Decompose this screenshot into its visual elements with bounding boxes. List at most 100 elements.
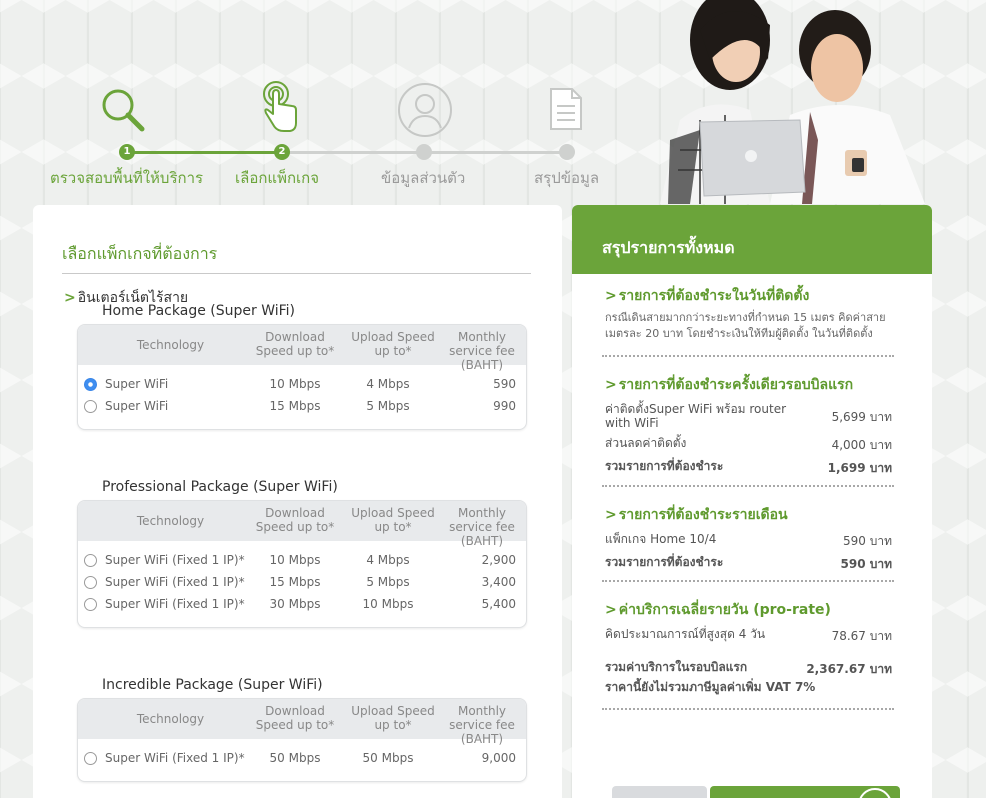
chevron-right-icon: > bbox=[605, 507, 617, 523]
col-fee: Monthly service fee (BAHT) bbox=[449, 330, 515, 372]
cell-upload: 4 Mbps bbox=[366, 553, 410, 567]
package-radio[interactable] bbox=[84, 598, 97, 611]
document-icon bbox=[548, 87, 608, 147]
step-4-dot bbox=[559, 144, 575, 160]
cell-fee: 590 bbox=[493, 377, 516, 391]
vat-note-text: ราคานี้ยังไม่รวมภาษีมูลค่าเพิ่ม VAT 7% bbox=[605, 680, 816, 694]
line-item: ส่วนลดค่าติดตั้ง 4,000 บาท bbox=[605, 436, 892, 452]
line-item-value: 5,699 บาท bbox=[831, 410, 892, 424]
package-table-professional: Technology Download Speed up to* Upload … bbox=[77, 500, 527, 628]
section-title-text: ค่าบริการเฉลี่ยรายวัน (pro-rate) bbox=[618, 602, 831, 618]
line-item-label: คิดประมาณการณ์ที่สูงสุด 4 วัน bbox=[605, 627, 766, 641]
section-title-text: รายการที่ต้องชำระในวันที่ติดตั้ง bbox=[618, 288, 810, 304]
table-row[interactable]: Super WiFi (Fixed 1 IP)* 10 Mbps 4 Mbps … bbox=[78, 549, 526, 571]
col-technology: Technology bbox=[136, 712, 205, 726]
search-icon bbox=[98, 87, 158, 147]
chevron-right-icon: > bbox=[605, 377, 617, 393]
dotted-divider bbox=[602, 355, 894, 357]
section-title: > ค่าบริการเฉลี่ยรายวัน (pro-rate) bbox=[605, 599, 892, 621]
col-technology: Technology bbox=[136, 514, 205, 528]
package-radio[interactable] bbox=[84, 554, 97, 567]
package-table-home: Technology Download Speed up to* Upload … bbox=[77, 324, 527, 430]
table-row[interactable]: Super WiFi 10 Mbps 4 Mbps 590 bbox=[78, 373, 526, 395]
line-item: แพ็กเกจ Home 10/4 590 บาท bbox=[605, 532, 892, 548]
cell-upload: 10 Mbps bbox=[362, 597, 414, 611]
cell-upload: 5 Mbps bbox=[366, 399, 410, 413]
package-selection-panel: เลือกแพ็กเกจที่ต้องการ > อินเตอร์เน็ตไร้ส… bbox=[33, 205, 562, 798]
total-label: รวมรายการที่ต้องชำระ bbox=[605, 459, 724, 473]
col-download: Download Speed up to* bbox=[255, 506, 335, 534]
total-value: 1,699 บาท bbox=[827, 461, 892, 475]
back-button[interactable] bbox=[612, 786, 707, 798]
chevron-right-icon: > bbox=[605, 288, 617, 304]
order-summary-panel: สรุปรายการทั้งหมด > รายการที่ต้องชำระในวั… bbox=[572, 205, 932, 798]
section-title: > รายการที่ต้องชำระครั้งเดียวรอบบิลแรก bbox=[605, 374, 892, 396]
section-title: > รายการที่ต้องชำระรายเดือน bbox=[605, 504, 892, 526]
table-row[interactable]: Super WiFi (Fixed 1 IP)* 50 Mbps 50 Mbps… bbox=[78, 747, 526, 769]
cell-download: 15 Mbps bbox=[269, 575, 321, 589]
step-1-dot: 1 bbox=[119, 144, 135, 160]
section-title-text: รายการที่ต้องชำระครั้งเดียวรอบบิลแรก bbox=[618, 377, 854, 393]
cell-technology: Super WiFi (Fixed 1 IP)* bbox=[105, 575, 245, 589]
package-name: Home Package (Super WiFi) bbox=[102, 303, 296, 319]
cell-technology: Super WiFi (Fixed 1 IP)* bbox=[105, 751, 245, 765]
vat-note: ราคานี้ยังไม่รวมภาษีมูลค่าเพิ่ม VAT 7% bbox=[605, 680, 892, 694]
step-2-label[interactable]: เลือกแพ็กเกจ bbox=[235, 166, 319, 190]
line-item-label: ส่วนลดค่าติดตั้ง bbox=[605, 436, 687, 450]
cell-upload: 4 Mbps bbox=[366, 377, 410, 391]
cell-technology: Super WiFi bbox=[105, 399, 169, 413]
step-4-label: สรุปข้อมูล bbox=[534, 169, 600, 187]
total-label: รวมรายการที่ต้องชำระ bbox=[605, 555, 724, 569]
cell-fee: 990 bbox=[493, 399, 516, 413]
monthly-section: > รายการที่ต้องชำระรายเดือน แพ็กเกจ Home … bbox=[605, 504, 892, 571]
line-item: คิดประมาณการณ์ที่สูงสุด 4 วัน 78.67 บาท bbox=[605, 627, 892, 643]
line-item-label: แพ็กเกจ Home 10/4 bbox=[605, 532, 717, 546]
package-radio[interactable] bbox=[84, 752, 97, 765]
line-item-value: 590 บาท bbox=[843, 534, 892, 548]
step-2-dot: 2 bbox=[274, 144, 290, 160]
line-item-total: รวมค่าบริการในรอบบิลแรก 2,367.67 บาท bbox=[605, 660, 892, 676]
user-icon bbox=[396, 82, 456, 142]
line-item-value: 78.67 บาท bbox=[831, 629, 892, 643]
table-header: Technology Download Speed up to* Upload … bbox=[78, 325, 526, 372]
line-item-value: 4,000 บาท bbox=[831, 438, 892, 452]
col-upload: Upload Speed up to* bbox=[351, 330, 435, 358]
dotted-divider bbox=[602, 580, 894, 582]
col-fee: Monthly service fee (BAHT) bbox=[449, 506, 515, 548]
dotted-divider bbox=[602, 708, 894, 710]
table-row[interactable]: Super WiFi (Fixed 1 IP)* 30 Mbps 10 Mbps… bbox=[78, 593, 526, 615]
panel-title: เลือกแพ็กเกจที่ต้องการ bbox=[62, 244, 218, 263]
package-radio[interactable] bbox=[84, 576, 97, 589]
package-table-incredible: Technology Download Speed up to* Upload … bbox=[77, 698, 527, 782]
table-row[interactable]: Super WiFi 15 Mbps 5 Mbps 990 bbox=[78, 395, 526, 417]
chevron-right-icon: > bbox=[64, 290, 76, 306]
next-button[interactable] bbox=[710, 786, 900, 798]
col-download: Download Speed up to* bbox=[255, 704, 335, 732]
summary-title: สรุปรายการทั้งหมด bbox=[572, 205, 932, 274]
package-radio[interactable] bbox=[84, 378, 97, 391]
col-upload: Upload Speed up to* bbox=[351, 506, 435, 534]
step-connector-done bbox=[126, 151, 282, 154]
cell-download: 50 Mbps bbox=[269, 751, 321, 765]
chevron-right-icon: > bbox=[605, 602, 617, 618]
package-radio[interactable] bbox=[84, 400, 97, 413]
col-fee: Monthly service fee (BAHT) bbox=[449, 704, 515, 746]
package-name: Professional Package (Super WiFi) bbox=[102, 479, 338, 495]
cell-download: 10 Mbps bbox=[269, 377, 321, 391]
cell-technology: Super WiFi (Fixed 1 IP)* bbox=[105, 553, 245, 567]
tap-hand-icon bbox=[258, 80, 318, 140]
prorate-section: > ค่าบริการเฉลี่ยรายวัน (pro-rate) คิดประ… bbox=[605, 599, 892, 694]
first-bill-section: > รายการที่ต้องชำระครั้งเดียวรอบบิลแรก ค่… bbox=[605, 374, 892, 475]
col-upload: Upload Speed up to* bbox=[351, 704, 435, 732]
section-note: กรณีเดินสายมากกว่าระยะทางที่กำหนด 15 เมต… bbox=[605, 311, 886, 340]
table-row[interactable]: Super WiFi (Fixed 1 IP)* 15 Mbps 5 Mbps … bbox=[78, 571, 526, 593]
step-3-label: ข้อมูลส่วนตัว bbox=[381, 169, 466, 187]
step-1-label[interactable]: ตรวจสอบพื้นที่ให้บริการ bbox=[50, 166, 203, 190]
cell-technology: Super WiFi bbox=[105, 377, 169, 391]
table-header: Technology Download Speed up to* Upload … bbox=[78, 699, 526, 746]
cell-fee: 9,000 bbox=[481, 751, 516, 765]
cell-fee: 2,900 bbox=[481, 553, 516, 567]
cell-technology: Super WiFi (Fixed 1 IP)* bbox=[105, 597, 245, 611]
cell-download: 15 Mbps bbox=[269, 399, 321, 413]
total-label: รวมค่าบริการในรอบบิลแรก bbox=[605, 660, 748, 674]
